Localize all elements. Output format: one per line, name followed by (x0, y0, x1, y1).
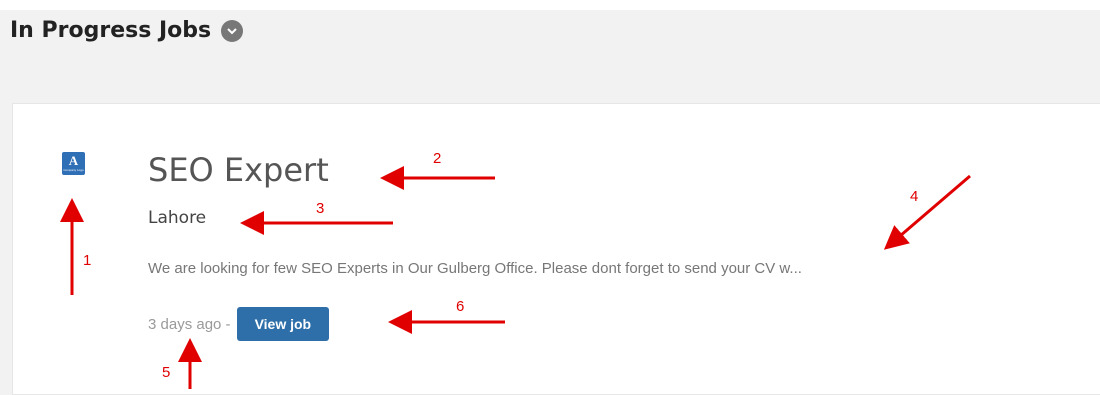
posted-time: 3 days ago - (148, 315, 231, 333)
job-title[interactable]: SEO Expert (148, 151, 329, 189)
job-card: A Company Logo SEO Expert Lahore We are … (12, 103, 1100, 395)
section-header: In Progress Jobs (10, 18, 244, 43)
view-job-button[interactable]: View job (236, 307, 330, 341)
job-meta: 3 days ago - View job (148, 307, 330, 341)
page-title: In Progress Jobs (10, 18, 212, 43)
chevron-down-icon[interactable] (221, 19, 244, 42)
logo-letter: A (68, 153, 79, 168)
job-location: Lahore (148, 208, 207, 228)
top-bar (0, 0, 1100, 10)
logo-caption: Company Logo (63, 168, 84, 172)
company-logo: A Company Logo (62, 152, 85, 175)
job-description: We are looking for few SEO Experts in Ou… (148, 260, 802, 277)
